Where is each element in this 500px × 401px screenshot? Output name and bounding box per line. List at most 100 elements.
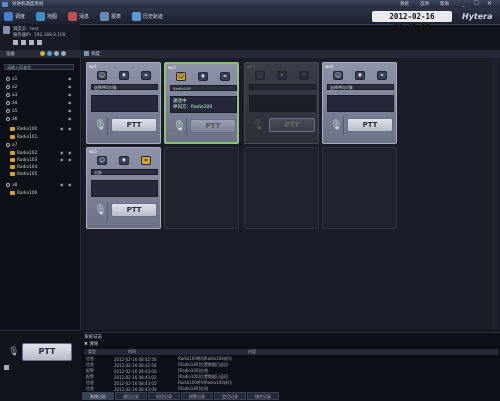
eye-icon[interactable]: ◉ — [68, 157, 72, 162]
close-icon[interactable]: × — [487, 0, 492, 7]
tab-alarm-records[interactable]: 报警记录 — [181, 392, 213, 400]
location-icon[interactable]: ◉ — [60, 150, 64, 155]
group-icon[interactable]: ♦ — [119, 156, 129, 165]
filter-icon-4[interactable] — [61, 51, 66, 56]
dispatch-card-active[interactable]: ws2 ☺ ♦ ⚭ Radio100 通话中 呼叫方：Radio100 🎙 PT… — [164, 62, 239, 144]
filter-icon-2[interactable] — [47, 51, 52, 56]
group-icon[interactable]: ♦ — [119, 71, 129, 80]
microphone-icon[interactable]: 🎙 — [8, 347, 19, 357]
status-icon-2[interactable] — [21, 40, 26, 45]
status-icon-3[interactable] — [29, 40, 34, 45]
tree-item[interactable]: Radio102 — [10, 150, 37, 156]
ptt-button[interactable]: PTT — [111, 118, 157, 132]
eye-icon[interactable]: ◉ — [68, 92, 72, 97]
microphone-icon[interactable]: 🎙 — [94, 120, 107, 131]
ptt-button[interactable]: PTT — [269, 118, 315, 132]
tree-item[interactable]: a1 — [6, 76, 17, 82]
microphone-icon[interactable]: 🎙 — [252, 120, 265, 131]
filter-icon-1[interactable] — [40, 51, 45, 56]
tree-item[interactable]: Radio106 — [10, 190, 37, 196]
eye-icon[interactable]: ◉ — [68, 108, 72, 113]
tab-sms-records[interactable]: 短信记录 — [148, 392, 180, 400]
server-ip: 服务器IP：192.168.0.100 — [13, 33, 66, 38]
device-search-input[interactable]: 请输入ID查找 — [4, 64, 74, 70]
tree-item[interactable]: Radio103 — [10, 157, 37, 163]
person-icon[interactable]: ☺ — [333, 71, 343, 80]
status-icon-1[interactable] — [13, 40, 18, 45]
eye-icon[interactable]: ◉ — [68, 182, 72, 187]
tree-item[interactable]: a8 — [6, 182, 17, 188]
tree-item[interactable]: a6 — [6, 116, 17, 122]
location-icon[interactable]: ◉ — [60, 182, 64, 187]
tree-item[interactable]: Radio101 — [10, 134, 37, 140]
person-icon[interactable]: ☺ — [255, 71, 265, 80]
status-icon-4[interactable] — [37, 40, 42, 45]
tree-item[interactable]: a4 — [6, 100, 17, 106]
call-target-select[interactable]: 选择呼叫对象 — [327, 84, 394, 90]
eye-icon[interactable]: ◉ — [68, 76, 72, 81]
tree-item[interactable]: a3 — [6, 92, 17, 98]
report-button[interactable]: 报表 — [100, 11, 121, 21]
group-icon[interactable]: ♦ — [198, 72, 208, 81]
menu-help[interactable]: 帮助 — [440, 1, 449, 7]
eye-icon[interactable]: ◉ — [68, 150, 72, 155]
call-target-select[interactable]: 选择呼叫对象 — [91, 84, 158, 90]
menu-options[interactable]: 选项 — [420, 1, 429, 7]
eye-icon[interactable]: ◉ — [68, 84, 72, 89]
microphone-icon[interactable]: 🎙 — [94, 205, 107, 216]
tree-item[interactable]: Radio105 — [10, 171, 37, 177]
link-icon[interactable]: ⚭ — [141, 156, 151, 165]
tree-item[interactable]: a5 — [6, 108, 17, 114]
tab-call-records[interactable]: 通话记录 — [115, 392, 147, 400]
location-icon[interactable]: ◉ — [60, 126, 64, 131]
eye-icon[interactable]: ◉ — [68, 100, 72, 105]
link-icon[interactable]: ⚭ — [141, 71, 151, 80]
empty-card-slot[interactable] — [244, 147, 319, 229]
tab-system-log[interactable]: 系统日志 — [82, 392, 114, 400]
menu-system[interactable]: 系统 — [400, 1, 409, 7]
empty-card-slot[interactable] — [164, 147, 239, 229]
person-icon[interactable]: ☺ — [97, 156, 107, 165]
call-display: 通话中 呼叫方：Radio100 — [170, 96, 237, 113]
link-icon[interactable]: ⚭ — [299, 71, 309, 80]
empty-card-slot[interactable] — [322, 147, 397, 229]
maximize-icon[interactable]: □ — [474, 0, 479, 6]
history-track-button[interactable]: 历史轨迹 — [132, 11, 163, 21]
dispatch-card[interactable]: ws4 ☺ ♦ ⚭ 选择呼叫对象 🎙 PTT — [322, 62, 397, 144]
tree-item[interactable]: Radio100 — [10, 126, 37, 132]
call-target-select[interactable]: Radio100 — [170, 85, 237, 91]
filter-icon-3[interactable] — [54, 51, 59, 56]
microphone-icon[interactable]: 🎙 — [173, 121, 186, 132]
microphone-icon[interactable]: 🎙 — [330, 120, 343, 131]
tab-location-records[interactable]: 定位记录 — [214, 392, 246, 400]
ptt-button[interactable]: PTT — [111, 203, 157, 217]
dispatch-card[interactable]: ws1 ☺ ♦ ⚭ 选择呼叫对象 🎙 PTT — [86, 62, 161, 144]
dispatch-card[interactable]: ws5 ☺ ♦ ⚭ 全部 🎙 PTT — [86, 147, 161, 229]
person-icon[interactable]: ☺ — [97, 71, 107, 80]
message-button[interactable]: 消息 — [68, 11, 89, 21]
volume-icon[interactable] — [4, 365, 9, 370]
minimize-icon[interactable]: _ — [462, 1, 465, 7]
link-icon[interactable]: ⚭ — [220, 72, 230, 81]
map-button[interactable]: 地图 — [36, 11, 57, 21]
ptt-button[interactable]: PTT — [347, 118, 393, 132]
call-target-select[interactable] — [249, 84, 316, 90]
call-target-select[interactable]: 全部 — [91, 169, 158, 175]
group-icon[interactable]: ♦ — [277, 71, 287, 80]
global-ptt-button[interactable]: PTT — [22, 343, 72, 361]
tree-item[interactable]: Radio104 — [10, 164, 37, 170]
ptt-button[interactable]: PTT — [190, 119, 236, 133]
tree-item[interactable]: a7 — [6, 142, 17, 148]
clear-log-button[interactable]: ✖ 清除 — [84, 341, 98, 347]
dispatch-button[interactable]: 调度 — [4, 11, 25, 21]
eye-icon[interactable]: ◉ — [68, 116, 72, 121]
link-icon[interactable]: ⚭ — [377, 71, 387, 80]
dispatch-card-inactive[interactable]: ws3 ☺ ♦ ⚭ 🎙 PTT — [244, 62, 319, 144]
eye-icon[interactable]: ◉ — [68, 126, 72, 131]
group-icon[interactable]: ♦ — [355, 71, 365, 80]
person-icon[interactable]: ☺ — [176, 72, 186, 81]
tab-operation-records[interactable]: 操作记录 — [247, 392, 279, 400]
main-scrollbar[interactable] — [492, 58, 498, 330]
location-icon[interactable]: ◉ — [60, 157, 64, 162]
tree-item[interactable]: a2 — [6, 84, 17, 90]
